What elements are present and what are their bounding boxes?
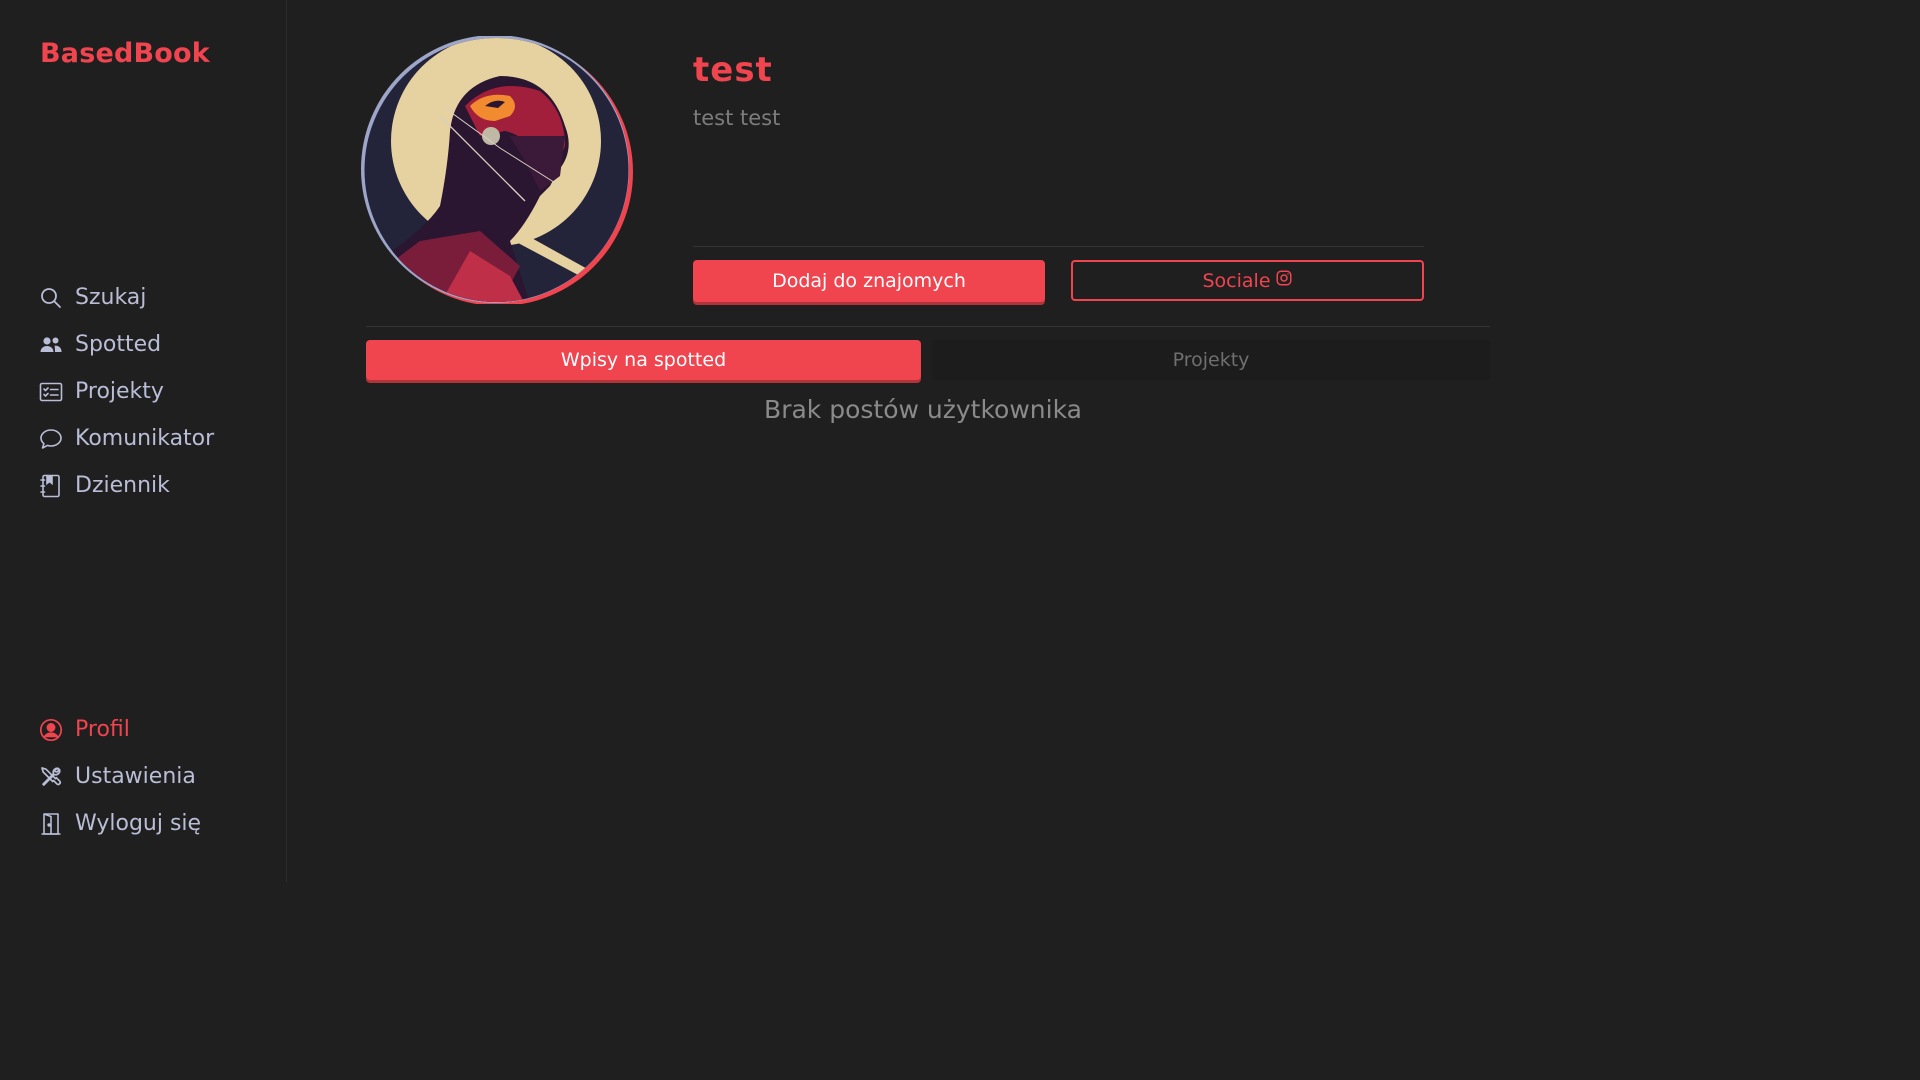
tab-spotted-posts[interactable]: Wpisy na spotted [366,340,921,380]
avatar [360,35,633,306]
add-friend-button[interactable]: Dodaj do znajomych [693,260,1045,302]
sidebar-nav-account: Profil Ustawienia Wyloguj się [38,706,201,847]
search-icon [38,285,64,311]
profile-subtitle: test test [693,106,781,130]
door-icon [38,811,64,837]
sidebar-nav-main: Szukaj Spotted Projekty Komunikator Dzie… [38,274,214,509]
chat-bubble-icon [38,426,64,452]
sidebar-item-label: Spotted [75,332,162,357]
users-icon [38,332,64,358]
sidebar-item-szukaj[interactable]: Szukaj [38,274,214,321]
app-logo[interactable]: BasedBook [40,38,210,69]
sidebar: BasedBook Szukaj Spotted Projekty Komuni… [0,0,287,882]
sidebar-item-dziennik[interactable]: Dziennik [38,462,214,509]
instagram-icon [1275,269,1293,292]
divider [693,246,1424,247]
socials-button[interactable]: Sociale [1071,260,1424,301]
sidebar-item-komunikator[interactable]: Komunikator [38,415,214,462]
profile-page: test test test Dodaj do znajomych Social… [288,0,1568,882]
sidebar-item-label: Profil [75,717,130,742]
add-friend-label: Dodaj do znajomych [772,270,966,292]
sidebar-item-profil[interactable]: Profil [38,706,201,753]
checklist-icon [38,379,64,405]
profile-name: test [693,50,773,90]
sidebar-item-label: Szukaj [75,285,147,310]
sidebar-item-spotted[interactable]: Spotted [38,321,214,368]
tab-projekty[interactable]: Projekty [932,340,1490,380]
sidebar-item-label: Projekty [75,379,164,404]
divider [366,326,1490,327]
sidebar-item-projekty[interactable]: Projekty [38,368,214,415]
sidebar-item-label: Dziennik [75,473,170,498]
journal-icon [38,473,64,499]
sidebar-item-label: Ustawienia [75,764,196,789]
app-root: BasedBook Szukaj Spotted Projekty Komuni… [0,0,1568,882]
user-circle-icon [38,717,64,743]
sidebar-item-label: Wyloguj się [75,811,202,836]
empty-posts-message: Brak postów użytkownika [764,395,1082,424]
socials-label: Sociale [1202,269,1271,292]
sidebar-item-wyloguj[interactable]: Wyloguj się [38,800,201,847]
sidebar-item-ustawienia[interactable]: Ustawienia [38,753,201,800]
tools-icon [38,764,64,790]
sidebar-item-label: Komunikator [75,426,215,451]
